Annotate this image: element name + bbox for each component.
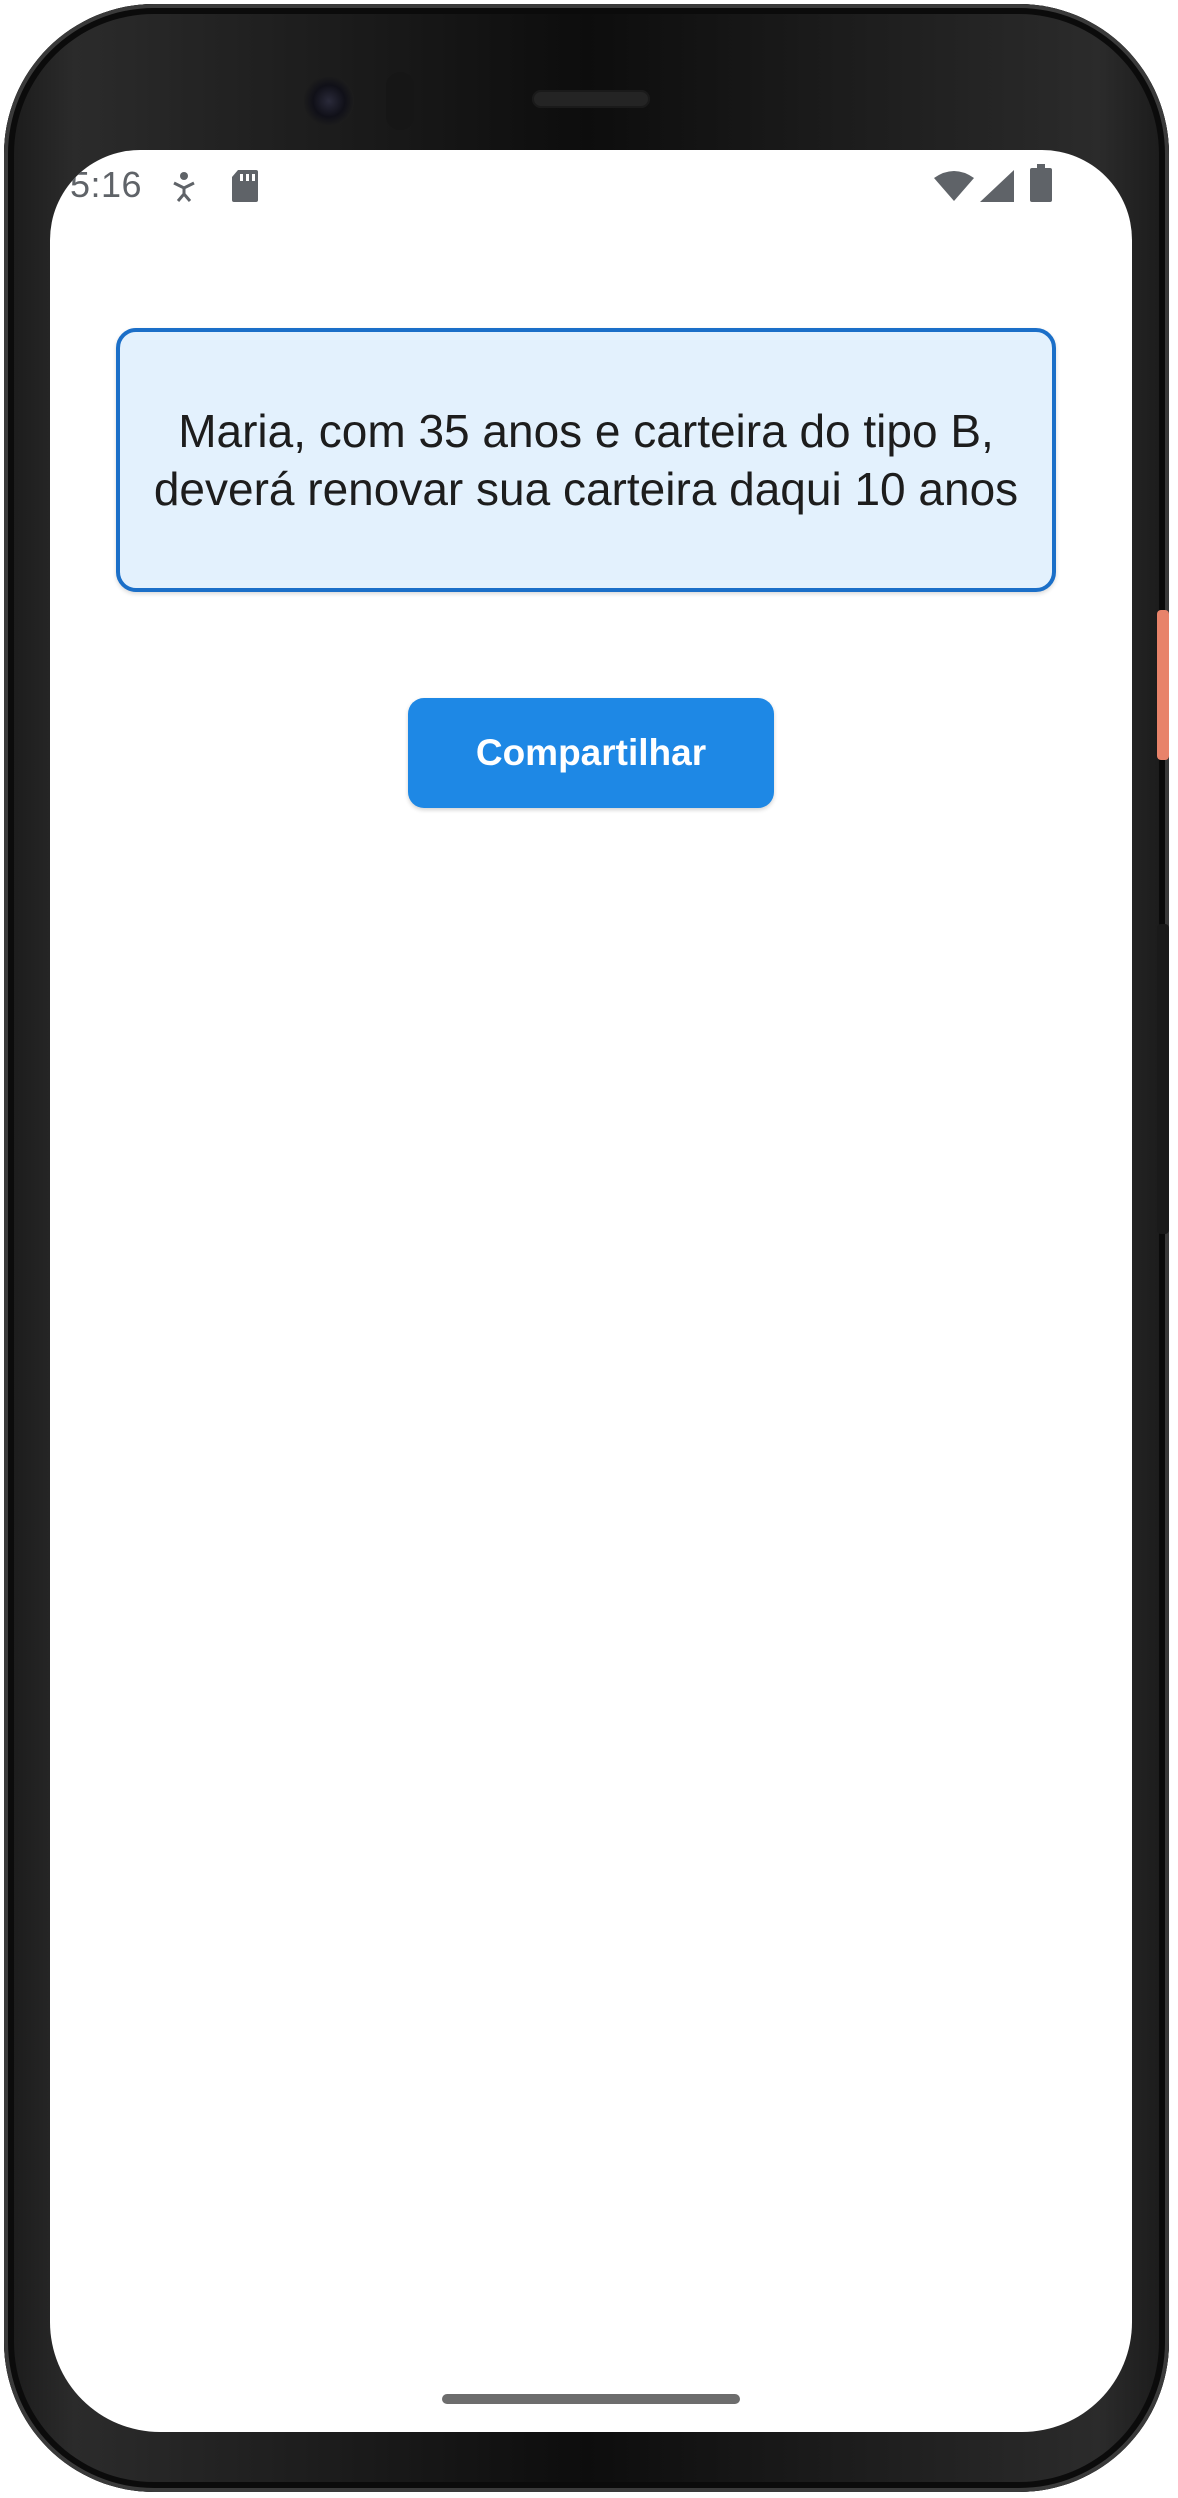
battery-icon: [1030, 164, 1052, 207]
status-bar: 5:16: [50, 150, 1132, 220]
phone-frame: 5:16 Maria, com 35 anos e carteira do ti…: [4, 4, 1169, 2492]
volume-button: [1157, 924, 1169, 1234]
gesture-nav-bar[interactable]: [442, 2394, 740, 2404]
app-screen: 5:16 Maria, com 35 anos e carteira do ti…: [50, 150, 1132, 2432]
sd-card-icon: [230, 168, 260, 209]
share-button[interactable]: Compartilhar: [408, 698, 774, 808]
front-camera: [304, 76, 354, 126]
proximity-sensor: [386, 72, 414, 130]
cell-signal-icon: [980, 170, 1014, 207]
accessibility-icon: [170, 170, 198, 209]
result-card: Maria, com 35 anos e carteira do tipo B,…: [116, 328, 1056, 592]
wifi-icon: [934, 170, 974, 207]
status-time: 5:16: [70, 164, 143, 205]
earpiece-speaker: [532, 90, 650, 108]
result-message: Maria, com 35 anos e carteira do tipo B,…: [153, 405, 1019, 515]
power-button: [1157, 610, 1169, 760]
